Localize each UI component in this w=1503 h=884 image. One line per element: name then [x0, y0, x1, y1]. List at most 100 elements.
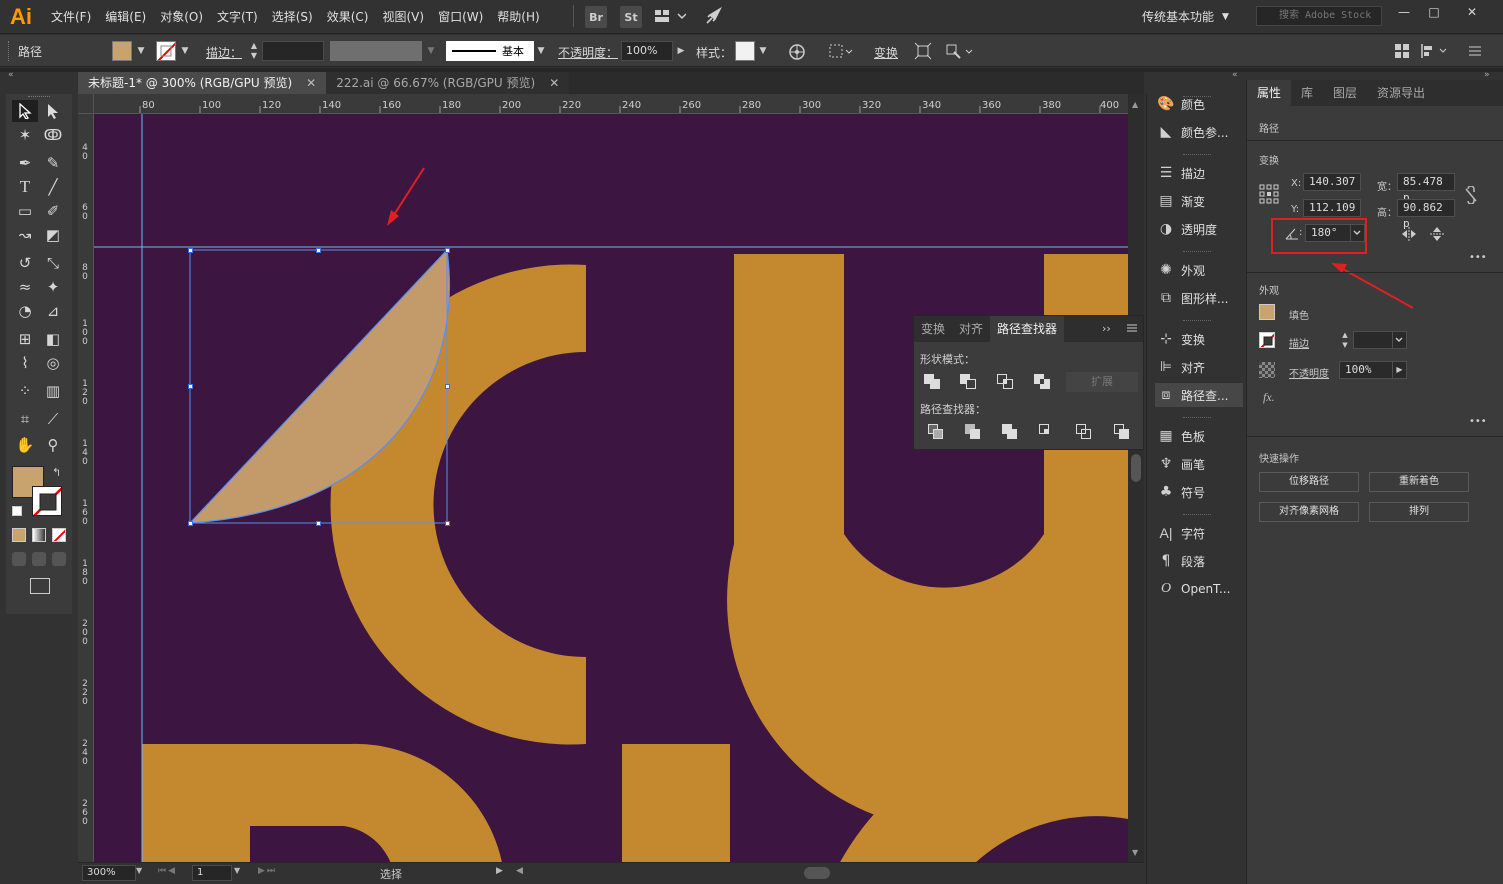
- align-pixel-grid-button[interactable]: 对齐像素网格: [1259, 502, 1359, 522]
- stroke-swatch[interactable]: [156, 41, 176, 61]
- menu-file[interactable]: 文件(F): [44, 8, 98, 25]
- transform-link[interactable]: 变换: [874, 44, 898, 61]
- dock-transform[interactable]: ⊹ 变换: [1155, 327, 1243, 351]
- dock-opentype[interactable]: O OpenT...: [1155, 577, 1243, 601]
- constrain-proportions-icon[interactable]: [1463, 185, 1479, 205]
- tab-transform[interactable]: 变换: [914, 316, 952, 342]
- minus-back-button[interactable]: [1114, 424, 1132, 440]
- perspective-grid-tool-icon[interactable]: ⊿: [40, 300, 66, 322]
- menu-icon[interactable]: [1468, 44, 1482, 58]
- flip-horizontal-icon[interactable]: [1401, 226, 1417, 242]
- chevron-down-icon[interactable]: ▼: [136, 866, 142, 875]
- scroll-down-icon[interactable]: ▼: [1132, 848, 1138, 857]
- draw-normal-icon[interactable]: [12, 552, 26, 566]
- resize-handle-tr[interactable]: [445, 248, 450, 253]
- gradient-tool-icon[interactable]: ◧: [40, 328, 66, 350]
- menu-type[interactable]: 文字(T): [210, 8, 265, 25]
- stock-icon[interactable]: St: [620, 6, 642, 28]
- variable-width-profile[interactable]: [330, 41, 422, 61]
- more-options-icon[interactable]: •••: [1469, 252, 1487, 263]
- graphic-style-swatch[interactable]: [735, 41, 755, 61]
- default-colors-icon[interactable]: [12, 506, 22, 516]
- arrange-button[interactable]: 排列: [1369, 502, 1469, 522]
- shaper-tool-icon[interactable]: ↝: [12, 224, 38, 246]
- menu-view[interactable]: 视图(V): [375, 8, 431, 25]
- dock-graphic-styles[interactable]: ⧉ 图形样...: [1155, 286, 1243, 310]
- tab-libraries[interactable]: 库: [1291, 80, 1323, 106]
- collapse-panel-icon[interactable]: ››: [1102, 322, 1111, 335]
- artboard-tool-icon[interactable]: ⌗: [12, 408, 38, 430]
- merge-button[interactable]: [1002, 424, 1020, 440]
- divide-button[interactable]: [928, 424, 946, 440]
- chevron-down-icon[interactable]: ▼: [534, 42, 548, 60]
- crop-button[interactable]: [1039, 424, 1057, 440]
- stroke-color-box[interactable]: [32, 486, 62, 516]
- status-menu-icon[interactable]: ▶: [496, 866, 503, 876]
- dock-transparency[interactable]: ◑ 透明度: [1155, 217, 1243, 241]
- chevron-down-icon[interactable]: ▼: [424, 42, 438, 60]
- minus-front-button[interactable]: [960, 374, 978, 390]
- opacity-field[interactable]: 100%: [1339, 361, 1393, 379]
- gradient-mode-icon[interactable]: [32, 528, 46, 542]
- menu-window[interactable]: 窗口(W): [431, 8, 490, 25]
- paintbrush-tool-icon[interactable]: ✐: [40, 200, 66, 222]
- opacity-label[interactable]: 不透明度: [1289, 365, 1329, 380]
- eraser-tool-icon[interactable]: ◩: [40, 224, 66, 246]
- trim-button[interactable]: [965, 424, 983, 440]
- chevron-down-icon[interactable]: ▼: [234, 866, 240, 875]
- first-prev-artboard-icon[interactable]: ⏮◀: [158, 866, 177, 876]
- stroke-color-chip[interactable]: [1259, 332, 1275, 348]
- dock-symbols[interactable]: ♣ 符号: [1155, 480, 1243, 504]
- chevron-down-icon[interactable]: ▼: [134, 42, 148, 60]
- resize-handle-tl[interactable]: [188, 248, 193, 253]
- close-icon[interactable]: ✕: [549, 72, 559, 94]
- stroke-weight-field[interactable]: [1353, 331, 1393, 349]
- dock-paragraph[interactable]: ¶ 段落: [1155, 549, 1243, 573]
- stroke-stepper[interactable]: ▲ ▼: [248, 41, 260, 61]
- expand-button[interactable]: 扩展: [1066, 372, 1138, 392]
- stroke-stepper[interactable]: ▲ ▼: [1339, 330, 1351, 350]
- close-window-button[interactable]: ✕: [1462, 4, 1482, 20]
- opacity-field[interactable]: 100%: [621, 41, 673, 61]
- shape-builder-tool-icon[interactable]: ◔: [12, 300, 38, 322]
- artboard-number-field[interactable]: 1: [192, 865, 232, 881]
- grid-icon[interactable]: [1394, 43, 1410, 59]
- rectangle-tool-icon[interactable]: ▭: [12, 200, 38, 222]
- maximize-button[interactable]: □: [1424, 4, 1444, 20]
- tab-properties[interactable]: 属性: [1247, 80, 1292, 106]
- artboard-canvas[interactable]: 英: [94, 114, 1128, 862]
- tab-align[interactable]: 对齐: [952, 316, 990, 342]
- align-left-icon[interactable]: [1420, 43, 1452, 59]
- resize-handle-ml[interactable]: [188, 384, 193, 389]
- stroke-label[interactable]: 描边：: [206, 44, 242, 61]
- exclude-button[interactable]: [1034, 374, 1052, 390]
- draw-inside-icon[interactable]: [52, 552, 66, 566]
- recolor-icon[interactable]: [788, 43, 806, 61]
- dock-swatches[interactable]: ▦ 色板: [1155, 424, 1243, 448]
- height-field[interactable]: 90.862 p: [1397, 199, 1455, 230]
- menu-edit[interactable]: 编辑(E): [98, 8, 153, 25]
- x-field[interactable]: 140.307: [1303, 173, 1361, 191]
- angle-dropdown[interactable]: [1351, 224, 1365, 242]
- align-options-icon[interactable]: [828, 42, 856, 60]
- dock-stroke[interactable]: ☰ 描边: [1155, 161, 1243, 185]
- close-icon[interactable]: ✕: [306, 72, 316, 94]
- collapse-right-icon[interactable]: »: [1484, 70, 1490, 80]
- offset-path-button[interactable]: 位移路径: [1259, 472, 1359, 492]
- menu-object[interactable]: 对象(O): [153, 8, 210, 25]
- dock-character[interactable]: A| 字符: [1155, 521, 1243, 545]
- isolate-icon[interactable]: [914, 42, 932, 60]
- stroke-weight-dropdown[interactable]: [1393, 331, 1407, 349]
- rocket-icon[interactable]: [704, 6, 724, 26]
- intersect-button[interactable]: [997, 374, 1015, 390]
- next-last-artboard-icon[interactable]: ▶⏭: [258, 866, 277, 876]
- selection-tool-icon[interactable]: [12, 100, 38, 122]
- pen-tool-icon[interactable]: ✒: [12, 152, 38, 174]
- blend-tool-icon[interactable]: ◎: [40, 352, 66, 374]
- symbol-sprayer-tool-icon[interactable]: ⁘: [12, 380, 38, 402]
- angle-field[interactable]: 180°: [1305, 224, 1351, 242]
- lasso-tool-icon[interactable]: ↂ: [40, 124, 66, 146]
- vertical-scrollbar[interactable]: ▲ ▼: [1128, 94, 1144, 862]
- rotate-tool-icon[interactable]: ↺: [12, 252, 38, 274]
- none-mode-icon[interactable]: [52, 528, 66, 542]
